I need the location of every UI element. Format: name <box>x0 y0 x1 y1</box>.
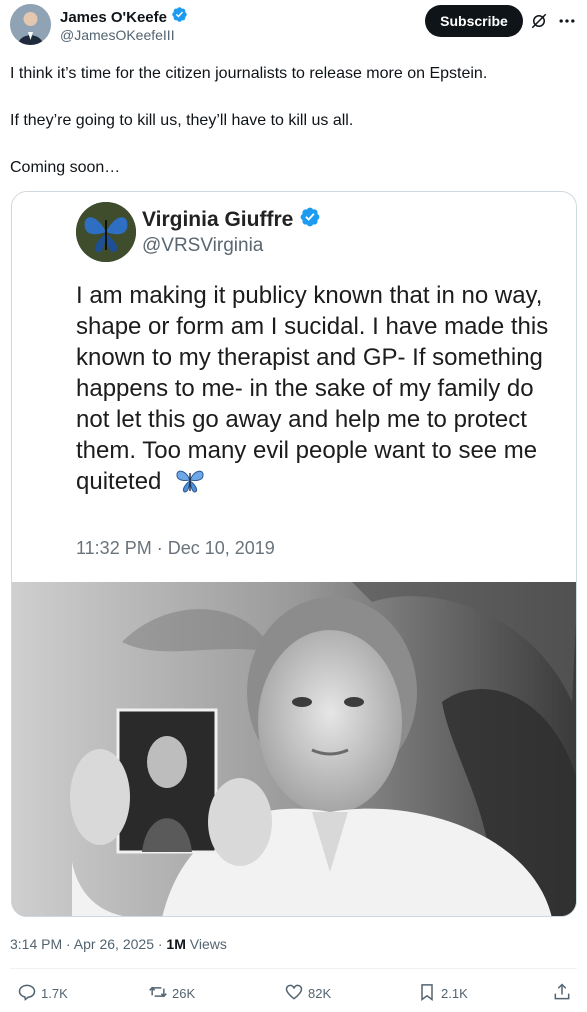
repost-button[interactable]: 26K <box>148 982 195 1005</box>
tweet-text-line-2: If they’re going to kill us, they’ll hav… <box>10 112 354 129</box>
quoted-verified-badge-icon <box>299 206 321 233</box>
quoted-body: I am making it publicy known that in no … <box>76 280 566 501</box>
bookmark-count: 2.1K <box>441 986 468 1001</box>
grok-icon[interactable] <box>530 12 548 30</box>
tweet-media-image[interactable]: Virginia Giuffre @VRSVirginia I am makin… <box>11 191 577 917</box>
reply-button[interactable]: 1.7K <box>17 982 68 1005</box>
quoted-handle: @VRSVirginia <box>142 235 264 256</box>
portrait-photo <box>12 582 576 916</box>
verified-badge-icon <box>171 6 188 28</box>
like-button[interactable]: 82K <box>284 982 331 1005</box>
quoted-tweet-screenshot: Virginia Giuffre @VRSVirginia I am makin… <box>12 192 576 582</box>
views-count: 1M <box>166 936 186 952</box>
like-count: 82K <box>308 986 332 1001</box>
action-bar: 1.7K 26K 82K 2.1K <box>0 982 587 1012</box>
bookmark-icon <box>417 982 437 1005</box>
repost-icon <box>148 982 168 1005</box>
repost-count: 26K <box>172 986 196 1001</box>
reply-icon <box>17 982 37 1005</box>
subscribe-button[interactable]: Subscribe <box>425 5 523 37</box>
quoted-name-row: Virginia Giuffre <box>142 206 321 233</box>
author-name-row: James O'Keefe <box>60 6 188 28</box>
reply-count: 1.7K <box>41 986 68 1001</box>
share-icon <box>552 982 572 1005</box>
tweet-header: James O'Keefe @JamesOKeefeIII Subscribe <box>0 0 587 50</box>
quoted-display-name: Virginia Giuffre <box>142 207 294 231</box>
quoted-avatar <box>76 202 136 262</box>
tweet-text-line-1: I think it’s time for the citizen journa… <box>10 65 488 82</box>
tweet-timestamp[interactable]: 3:14 PM · Apr 26, 2025 · <box>10 936 166 952</box>
more-icon[interactable] <box>556 10 578 32</box>
quoted-timestamp: 11:32 PM · Dec 10, 2019 <box>76 538 275 558</box>
butterfly-icon <box>174 467 206 501</box>
author-display-name[interactable]: James O'Keefe <box>60 9 167 26</box>
divider <box>10 968 577 969</box>
author-avatar[interactable] <box>10 4 51 45</box>
quoted-body-text: I am making it publicy known that in no … <box>76 282 549 495</box>
bookmark-button[interactable]: 2.1K <box>417 982 468 1005</box>
share-button[interactable] <box>552 982 572 1005</box>
heart-icon <box>284 982 304 1005</box>
author-handle[interactable]: @JamesOKeefeIII <box>60 27 175 43</box>
views-label: Views <box>185 936 227 952</box>
tweet-text-line-3: Coming soon… <box>10 159 121 176</box>
tweet-meta: 3:14 PM · Apr 26, 2025 · 1M Views <box>10 936 227 952</box>
